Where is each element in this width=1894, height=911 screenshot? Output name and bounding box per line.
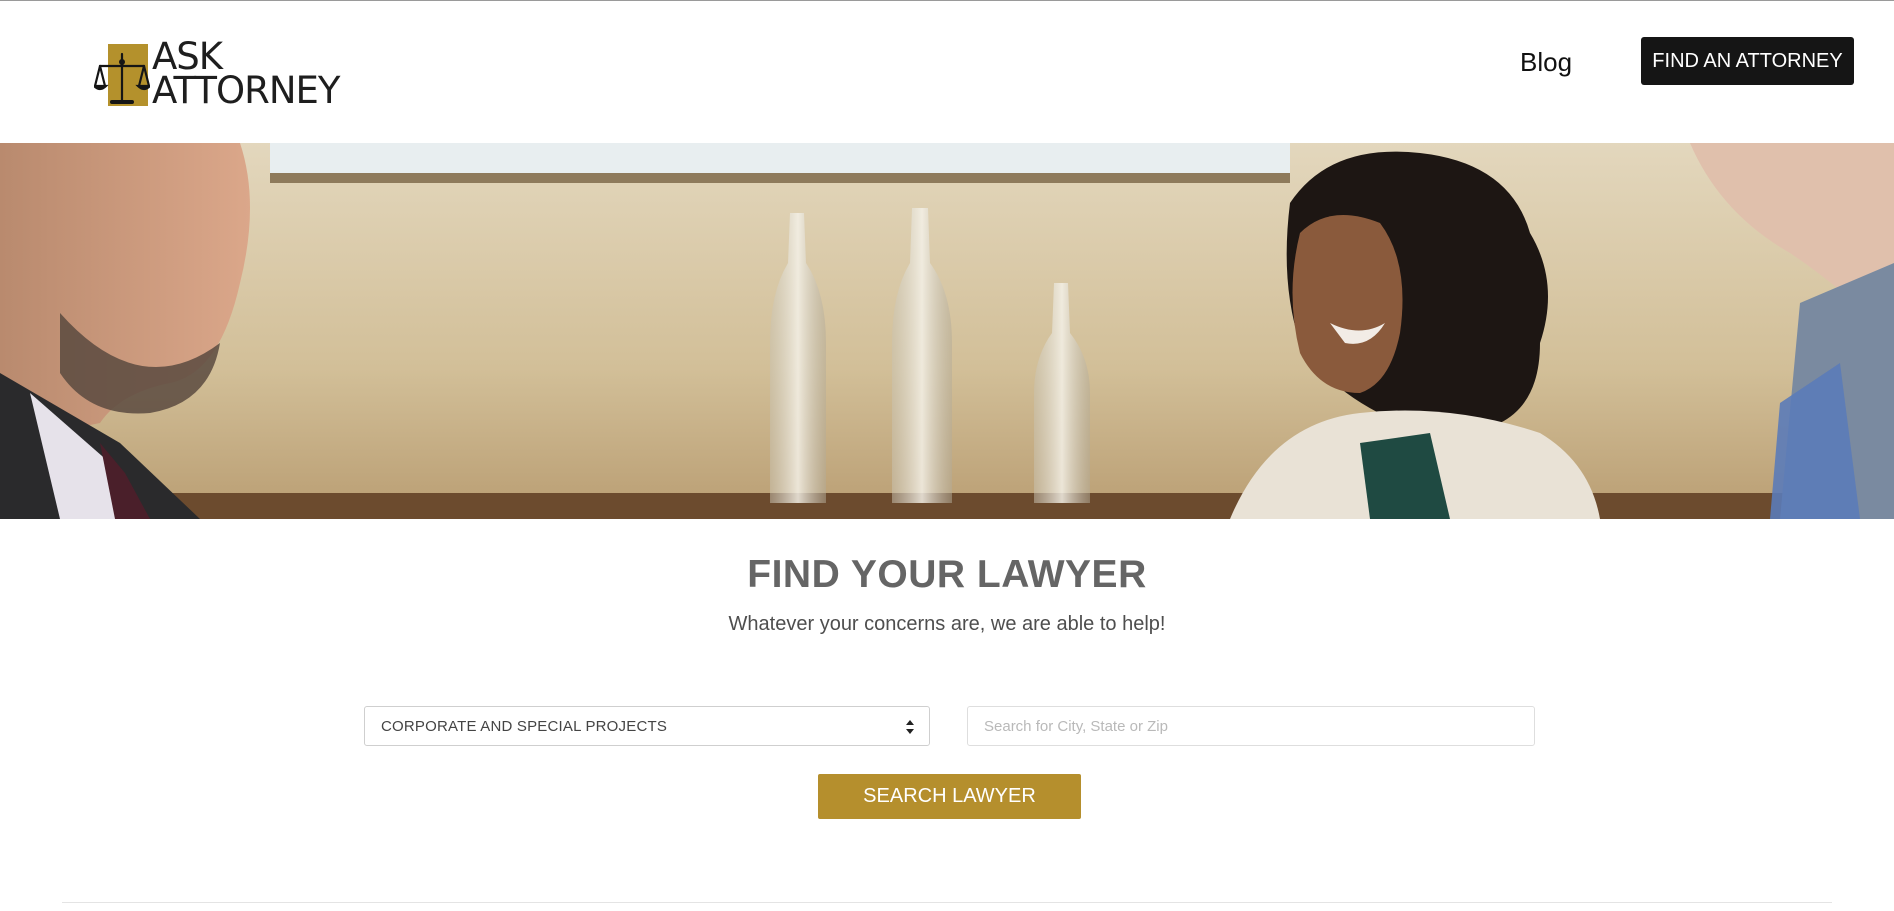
- scales-of-justice-icon: [94, 40, 150, 108]
- page-subtitle: Whatever your concerns are, we are able …: [728, 613, 1166, 635]
- bottom-divider: [62, 902, 1832, 903]
- site-logo[interactable]: ASK ATTORNEY: [94, 37, 340, 112]
- site-header: ASK ATTORNEY Blog FIND AN ATTORNEY: [0, 1, 1894, 143]
- practice-area-selected-value: CORPORATE AND SPECIAL PROJECTS: [381, 718, 668, 735]
- practice-area-select[interactable]: CORPORATE AND SPECIAL PROJECTS: [364, 706, 930, 746]
- location-search-input[interactable]: [967, 706, 1535, 746]
- logo-wordmark: ASK ATTORNEY: [152, 38, 340, 112]
- search-lawyer-button[interactable]: SEARCH LAWYER: [818, 774, 1081, 819]
- nav-link-blog[interactable]: Blog: [1520, 47, 1572, 78]
- logo-line-2: ATTORNEY: [152, 69, 340, 112]
- sort-arrows-icon: [906, 720, 914, 734]
- page-title: FIND YOUR LAWYER: [747, 553, 1147, 596]
- find-attorney-button[interactable]: FIND AN ATTORNEY: [1641, 37, 1854, 85]
- page: ASK ATTORNEY Blog FIND AN ATTORNEY FIND …: [0, 0, 1894, 911]
- hero-image: [0, 143, 1894, 519]
